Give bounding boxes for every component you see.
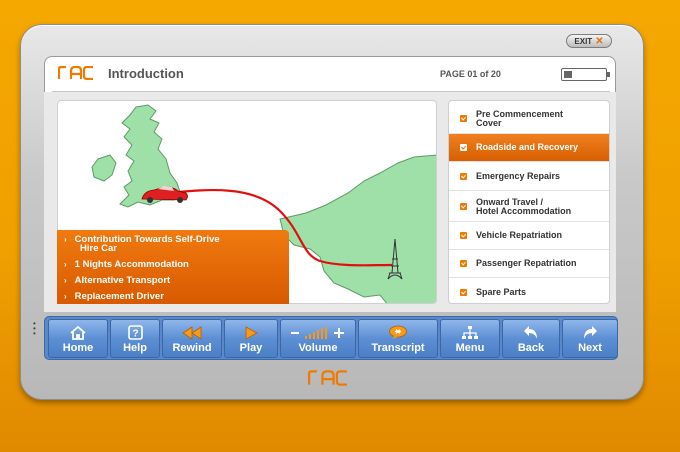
rewind-button[interactable]: Rewind (162, 319, 222, 358)
next-arrow-icon (582, 324, 598, 341)
transcript-label: Transcript (371, 342, 425, 354)
home-label: Home (62, 342, 94, 354)
feature-label: Hire Car (80, 243, 117, 254)
check-icon (460, 288, 467, 296)
topic-menu: Pre Commencement Cover Roadside and Reco… (448, 100, 610, 304)
transcript-icon (388, 324, 408, 341)
menu-item-spare-parts[interactable]: Spare Parts (449, 278, 609, 303)
play-button[interactable]: Play (224, 319, 278, 358)
menu-item-emergency-repairs[interactable]: Emergency Repairs (449, 163, 609, 191)
rac-logo (57, 65, 94, 84)
volume-control[interactable]: Volume (280, 319, 356, 358)
check-icon (460, 173, 467, 180)
chevron-right-icon: › (64, 235, 67, 244)
back-label: Back (517, 342, 545, 354)
volume-label: Volume (298, 342, 338, 354)
rewind-icon (182, 324, 202, 341)
menu-item-label: Onward Travel / Hotel Accommodation (476, 197, 572, 216)
menu-item-label: Vehicle Repatriation (476, 230, 563, 240)
home-icon (70, 324, 86, 341)
header-divider (52, 91, 610, 92)
menu-tree-icon (461, 324, 479, 341)
france-landmass (279, 154, 436, 303)
features-list: › Contribution Towards Self-Drive Hire C… (57, 230, 289, 304)
menu-item-label: Passenger Repatriation (476, 258, 577, 268)
transcript-button[interactable]: Transcript (358, 319, 438, 358)
check-icon (460, 260, 467, 267)
menu-item-pre-commencement[interactable]: Pre Commencement Cover (449, 104, 609, 134)
home-button[interactable]: Home (48, 319, 108, 358)
feature-label: Alternative Transport (74, 275, 171, 286)
menu-item-label: Emergency Repairs (476, 171, 561, 181)
page-title: Introduction (108, 66, 184, 81)
check-icon (460, 115, 467, 122)
next-button[interactable]: Next (562, 319, 618, 358)
exit-button[interactable]: EXIT ✕ (566, 34, 612, 48)
feature-item: › 1 Nights Accommodation (64, 260, 189, 270)
menu-label: Menu (455, 342, 485, 354)
menu-item-onward-travel[interactable]: Onward Travel / Hotel Accommodation (449, 192, 609, 222)
rac-logo-mark (57, 65, 93, 81)
rac-logo-bottom (308, 370, 348, 390)
close-icon: ✕ (595, 35, 604, 47)
progress-battery-icon (561, 68, 610, 81)
play-label: Play (239, 342, 263, 354)
rac-logo-mark (308, 370, 347, 386)
back-arrow-icon (523, 324, 539, 341)
grip-handle: • • • (33, 319, 36, 338)
page-counter: PAGE 01 of 20 (440, 69, 501, 79)
ireland-landmass (91, 154, 117, 182)
volume-icon (288, 324, 348, 341)
feature-item-continued: Hire Car (80, 244, 117, 254)
menu-item-label: Spare Parts (476, 286, 527, 297)
next-label: Next (578, 342, 602, 354)
back-button[interactable]: Back (502, 319, 560, 358)
svg-text:?: ? (132, 329, 138, 340)
help-button[interactable]: ? Help (110, 319, 160, 358)
menu-button[interactable]: Menu (440, 319, 500, 358)
menu-item-roadside-recovery[interactable]: Roadside and Recovery (449, 134, 609, 162)
rewind-label: Rewind (172, 342, 212, 354)
check-icon (460, 232, 467, 239)
chevron-right-icon: › (64, 260, 67, 269)
check-icon (460, 203, 467, 210)
menu-item-passenger-repatriation[interactable]: Passenger Repatriation (449, 250, 609, 278)
feature-label: Replacement Driver (74, 291, 164, 302)
chevron-right-icon: › (64, 292, 67, 301)
chevron-right-icon: › (64, 276, 67, 285)
help-icon: ? (127, 324, 143, 341)
progress-battery-fill (564, 71, 572, 78)
menu-item-label: Roadside and Recovery (476, 142, 579, 152)
feature-item: › Alternative Transport (64, 276, 170, 286)
feature-item: › Replacement Driver (64, 292, 164, 302)
menu-label-line: Hotel Accommodation (476, 205, 572, 216)
menu-item-vehicle-repatriation[interactable]: Vehicle Repatriation (449, 222, 609, 250)
feature-label: 1 Nights Accommodation (74, 259, 189, 270)
menu-label-line: Cover (476, 117, 502, 128)
menu-item-label: Pre Commencement Cover (476, 109, 563, 128)
help-label: Help (123, 342, 147, 354)
exit-label: EXIT (574, 36, 593, 46)
check-icon (460, 144, 467, 151)
play-icon (244, 324, 258, 341)
